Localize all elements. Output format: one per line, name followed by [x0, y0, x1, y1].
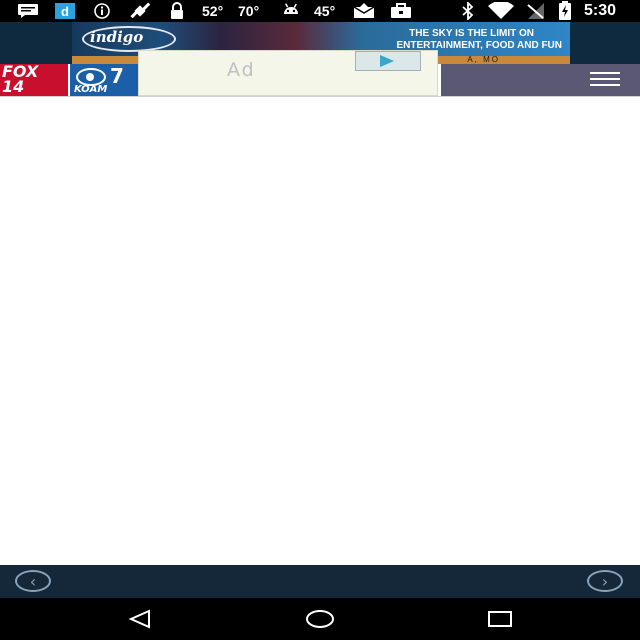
lock-icon: [168, 0, 186, 22]
ad-label: Ad: [227, 59, 256, 81]
indigo-logo: indigo: [90, 28, 144, 46]
ad-placeholder[interactable]: Ad: [138, 50, 438, 96]
signal-icon: [524, 0, 546, 22]
system-navigation-bar: [0, 598, 640, 640]
play-icon: [380, 55, 394, 67]
d-app-icon: d: [54, 0, 76, 22]
satellite-icon: [128, 0, 152, 22]
site-logo[interactable]: FOX 14 7 KOAM: [0, 64, 140, 96]
koam-logo-text: KOAM: [74, 84, 108, 95]
chevron-left-icon[interactable]: ‹: [15, 570, 51, 592]
temperature-3: 45°: [314, 3, 336, 19]
cbs-channel-number: 7: [110, 64, 124, 88]
header-menu-area: [441, 64, 640, 96]
fox14-logo-text: FOX 14: [2, 62, 39, 96]
android-icon: [280, 0, 302, 22]
clock: 5:30: [584, 2, 617, 19]
battery-charging-icon: [556, 0, 574, 22]
wifi-icon: [486, 0, 516, 22]
banner-location: A, MO: [467, 55, 500, 64]
cbs-eye-pupil: [86, 73, 94, 81]
fox14-logo: FOX 14: [0, 64, 68, 96]
page-content: [0, 97, 640, 565]
nav-recents-icon[interactable]: [480, 608, 520, 630]
bluetooth-icon: [460, 0, 476, 22]
status-bar: d 52° 70° 45° 5:30: [0, 0, 640, 22]
hamburger-menu-icon[interactable]: [590, 72, 620, 88]
cbs7-logo: 7 KOAM: [70, 64, 140, 96]
nav-back-icon[interactable]: [120, 608, 160, 630]
nav-home-icon[interactable]: [300, 608, 340, 630]
bottom-navigation-bar: ‹ ›: [0, 565, 640, 598]
temperature-2: 70°: [238, 3, 260, 19]
briefcase-icon: [390, 0, 412, 22]
mail-upload-icon: [352, 0, 376, 22]
ad-play-button[interactable]: [355, 51, 421, 71]
message-icon: [16, 0, 40, 22]
chevron-right-icon[interactable]: ›: [587, 570, 623, 592]
info-icon: [92, 0, 112, 22]
banner-tagline-1: THE SKY IS THE LIMIT ON: [409, 28, 534, 39]
temperature-1: 52°: [202, 3, 224, 19]
